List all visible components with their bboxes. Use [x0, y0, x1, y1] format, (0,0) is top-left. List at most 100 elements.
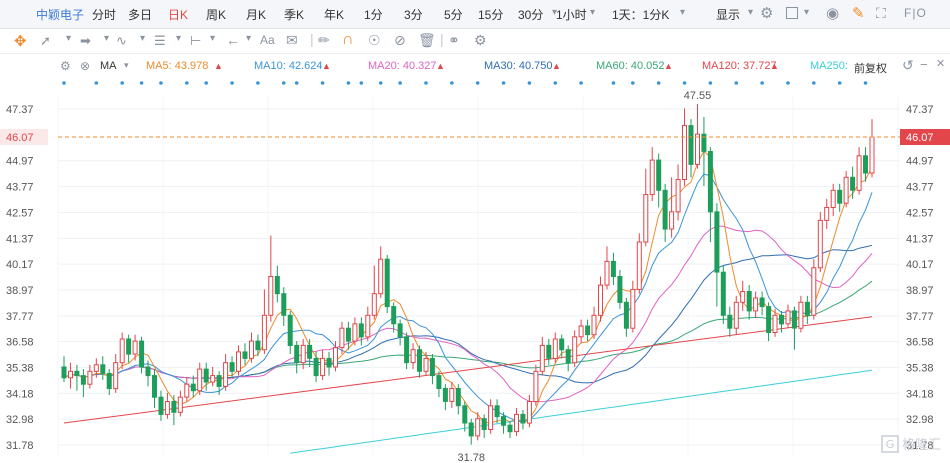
event-marker [424, 81, 428, 85]
event-marker [62, 81, 66, 85]
event-marker [359, 81, 364, 85]
event-marker [294, 81, 299, 85]
candle [184, 383, 190, 398]
minus-icon[interactable]: − [920, 58, 928, 71]
watermark: G 格隆汇 [881, 435, 941, 453]
comment-icon[interactable]: ✉ [286, 33, 298, 47]
y-tick-label: 43.77 [6, 182, 34, 194]
trend-up-icon: ▲ [552, 61, 561, 71]
timeframe-tab[interactable]: 1天：1分K [612, 6, 669, 23]
candle [113, 362, 119, 390]
chevron-down-icon[interactable]: ▾ [210, 34, 215, 44]
candle [598, 284, 603, 316]
candle [313, 357, 319, 377]
chevron-down-icon[interactable]: ▾ [104, 34, 109, 44]
chevron-down-icon[interactable]: ▾ [176, 34, 181, 44]
chart-background [0, 77, 950, 463]
candle [656, 159, 662, 191]
ma-legend-item[interactable]: MA20: 40.327 [368, 60, 437, 72]
timeframe-tab[interactable]: 日K [168, 6, 188, 23]
candle [197, 368, 203, 392]
timeframe-tab[interactable]: 1小时 [556, 6, 587, 23]
chevron-down-icon[interactable]: ▾ [140, 34, 145, 44]
line-tool-icon[interactable]: ➚ [40, 34, 51, 47]
event-marker [450, 81, 454, 85]
timeframe-tab[interactable]: 30分 [518, 6, 543, 23]
chevron-down-icon[interactable]: ▾ [66, 34, 71, 44]
timeframe-tab[interactable]: 月K [246, 6, 266, 23]
close-icon[interactable]: ✕ [936, 59, 945, 70]
stock-name[interactable]: 中颖电子 [36, 6, 84, 23]
pencil-icon[interactable]: ✏ [318, 33, 330, 47]
candle [158, 396, 164, 415]
arrow-left-icon[interactable]: ← [226, 33, 240, 47]
ma-legend-item[interactable]: MA60: 40.052 [596, 60, 665, 72]
timeframe-tab[interactable]: 15分 [478, 6, 503, 23]
settings-icon[interactable]: ⚙ [760, 6, 773, 21]
fib-tool-icon[interactable]: ☰ [154, 34, 166, 47]
display-menu[interactable]: 显示 [716, 6, 740, 23]
candle [772, 314, 778, 334]
eye-off-icon[interactable]: ⊘ [394, 33, 406, 47]
indicator-bar: ⚙ ⊗ MA ▾ MA5: 43.978 ▲ MA10: 42.624 ▲ MA20: … [0, 55, 950, 77]
range-tool-icon[interactable]: ⊢ [190, 34, 201, 47]
ma-legend-item[interactable]: MA5: 43.978 [146, 60, 208, 72]
chevron-down-icon[interactable]: ▾ [590, 8, 595, 18]
ma-legend-item[interactable]: MA120: 37.727 [702, 60, 777, 72]
magnet-icon[interactable]: ∩ [342, 32, 354, 48]
timeframe-tab[interactable]: 年K [324, 6, 344, 23]
y-tick-label: 32.98 [6, 414, 34, 426]
fio-button[interactable]: F|O [904, 6, 927, 20]
undo-icon[interactable]: ↺ [902, 58, 914, 72]
checkbox-icon[interactable] [786, 7, 798, 19]
candle [501, 416, 506, 426]
wave-tool-icon[interactable]: ∿ [116, 34, 127, 47]
candle [630, 288, 636, 329]
y-tick-label: 47.37 [6, 104, 34, 116]
timeframe-tab[interactable]: 多日 [128, 6, 152, 23]
settings-icon[interactable]: ⚙ [60, 60, 71, 72]
chevron-down-icon[interactable]: ▾ [680, 8, 685, 18]
candle [804, 301, 810, 316]
fullscreen-icon[interactable]: ⛶ [876, 6, 886, 20]
ma-legend-item[interactable]: MA10: 42.624 [254, 60, 323, 72]
chevron-down-icon[interactable]: ▾ [124, 61, 129, 70]
pencil-icon[interactable]: ✎ [852, 6, 865, 21]
close-icon[interactable]: ⊗ [80, 60, 90, 72]
link-icon[interactable]: ⚭ [448, 33, 460, 47]
trash-icon[interactable]: 🗑 [418, 33, 436, 47]
ma-legend-item[interactable]: MA250: [810, 60, 848, 72]
settings-icon[interactable]: ⚙ [474, 33, 487, 47]
ray-tool-icon[interactable]: ➡ [80, 34, 91, 47]
candle [837, 189, 843, 204]
chevron-down-icon[interactable]: ▾ [748, 8, 753, 18]
timeframe-tab[interactable]: 分时 [92, 6, 116, 23]
camera-icon[interactable]: ◉ [826, 6, 839, 21]
candle [203, 368, 209, 383]
timeframe-tab[interactable]: 5分 [444, 6, 463, 23]
timeframe-tab[interactable]: 周K [206, 6, 226, 23]
timeframe-tab[interactable]: 3分 [404, 6, 423, 23]
y-tick-label: 34.18 [906, 388, 934, 400]
candle [164, 401, 170, 415]
chevron-down-icon[interactable]: ▾ [804, 8, 809, 18]
event-marker [786, 81, 790, 85]
candle [520, 413, 526, 424]
chevron-down-icon[interactable]: ▾ [246, 34, 251, 44]
candle [294, 344, 300, 364]
candlestick-chart[interactable]: 47.37 44.97 43.77 42.57 41.37 40.17 38.97 37.77… [0, 77, 950, 463]
candle [695, 133, 700, 165]
text-tool-icon[interactable]: Aa [260, 34, 275, 46]
candle [720, 271, 726, 316]
timeframe-tab[interactable]: 1分 [364, 6, 383, 23]
adjust-mode[interactable]: 前复权 [854, 60, 887, 76]
current-price-label: 46.07 [6, 132, 34, 144]
timeframe-tab[interactable]: 季K [284, 6, 304, 23]
event-marker [398, 81, 402, 85]
lock-icon[interactable]: ☉ [368, 33, 381, 47]
ma-legend-item[interactable]: MA30: 40.750 [484, 60, 553, 72]
event-marker [346, 81, 351, 85]
crosshair-icon[interactable]: ✥ [14, 34, 27, 49]
trend-up-icon: ▲ [322, 61, 331, 71]
indicator-name[interactable]: MA [100, 60, 117, 72]
